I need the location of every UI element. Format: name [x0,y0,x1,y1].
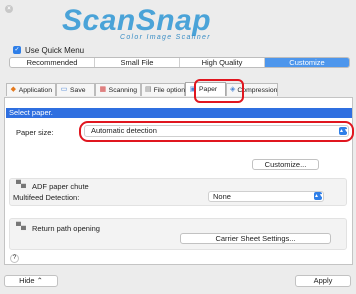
tab-label: Application [18,86,52,94]
multifeed-label: Multifeed Detection: [13,193,80,202]
multifeed-select[interactable]: None ▲▼ [208,191,324,202]
tab-label: Save [70,86,86,94]
multifeed-value: None [213,192,231,201]
hide-button[interactable]: Hide ⌃ [4,275,58,287]
scansnap-logo: ScanSnap Color Image Scanner [62,4,292,42]
application-icon: ◆ [10,86,17,93]
use-quick-menu-label: Use Quick Menu [25,45,85,55]
paper-size-highlight [79,121,354,142]
select-arrows-icon: ▲▼ [314,192,324,200]
profile-small-file[interactable]: Small File [95,58,180,67]
profile-customize[interactable]: Customize [265,58,349,67]
profile-recommended[interactable]: Recommended [10,58,95,67]
return-path-title: Return path opening [32,224,100,233]
tab-label: Scanning [108,86,137,94]
apply-button[interactable]: Apply [295,275,351,287]
logo-title: ScanSnap [62,4,212,37]
file-option-icon: ▤ [145,86,152,93]
adf-title: ADF paper chute [32,182,89,191]
tab-application[interactable]: ◆ Application [6,83,56,96]
logo-subtitle: Color Image Scanner [120,34,211,41]
save-folder-icon: ▭ [60,86,68,93]
tab-save[interactable]: ▭ Save [56,83,95,96]
close-icon[interactable]: × [5,5,13,13]
paper-size-label: Paper size: [16,128,54,137]
scanning-icon: ▦ [99,86,107,93]
tab-file-option[interactable]: ▤ File option [141,83,185,96]
paper-tab-highlight [194,79,244,103]
profile-segmented-control: Recommended Small File High Quality Cust… [9,57,350,68]
carrier-sheet-settings-button[interactable]: Carrier Sheet Settings... [180,233,331,244]
section-header: Select paper. [6,108,352,118]
use-quick-menu-checkbox[interactable]: ✓ Use Quick Menu [13,45,84,55]
customize-button[interactable]: Customize... [252,159,319,170]
return-path-icon: ▀▄ [16,223,26,230]
help-button[interactable]: ? [10,254,19,263]
profile-high-quality[interactable]: High Quality [180,58,265,67]
adf-paper-chute-icon: ▀▄ [16,181,26,188]
checkbox-check-icon[interactable]: ✓ [13,46,21,54]
tab-scanning[interactable]: ▦ Scanning [95,83,141,96]
scansnap-settings-window: × ScanSnap Color Image Scanner ✓ Use Qui… [0,0,356,294]
tab-label: File option [153,86,185,94]
